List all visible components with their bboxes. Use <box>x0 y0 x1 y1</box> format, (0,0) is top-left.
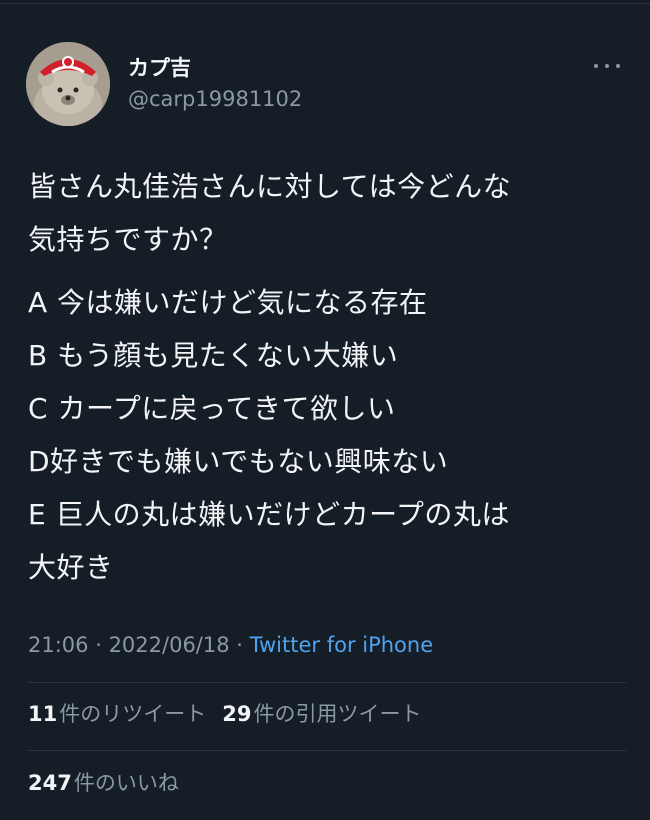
user-handle[interactable]: @carp19981102 <box>128 84 302 114</box>
quotes-label: 件の引用ツイート <box>253 702 422 726</box>
tweet-date[interactable]: 2022/06/18 <box>109 633 230 657</box>
more-dot-icon <box>616 64 620 68</box>
tweet-text: 皆さん丸佳浩さんに対しては今どんな 気持ちですか？ A 今は嫌いだけど気になる存… <box>28 160 626 594</box>
tweet-meta: 21:06 · 2022/06/18 · Twitter for iPhone <box>28 628 433 662</box>
more-dot-icon <box>594 64 598 68</box>
user-block: カプ吉 @carp19981102 <box>128 54 302 114</box>
tweet-line: C カープに戻ってきて欲しい <box>28 392 396 425</box>
display-name[interactable]: カプ吉 <box>128 54 302 82</box>
retweets-count: 11 <box>28 702 58 726</box>
tweet-time[interactable]: 21:06 <box>28 633 89 657</box>
divider <box>28 750 626 751</box>
likes-stat[interactable]: 247件のいいね <box>28 766 179 800</box>
retweets-label: 件のリツイート <box>59 702 207 726</box>
meta-separator: · <box>229 633 250 657</box>
tweet-line: 皆さん丸佳浩さんに対しては今どんな <box>28 170 512 203</box>
tweet-line: 気持ちですか？ <box>28 223 228 256</box>
avatar[interactable] <box>26 42 110 126</box>
quotes-count: 29 <box>222 702 252 726</box>
tweet-line: E 巨人の丸は嫌いだけどカープの丸は <box>28 498 510 531</box>
meta-separator: · <box>88 633 109 657</box>
tweet-line: B もう顔も見たくない大嫌い <box>28 339 399 372</box>
teddy-bear-avatar-icon <box>26 42 110 126</box>
tweet-line: A 今は嫌いだけど気になる存在 <box>28 286 428 319</box>
tweet-line: D好きでも嫌いでもない興味ない <box>28 445 449 478</box>
likes-count: 247 <box>28 771 72 795</box>
retweets-stat[interactable]: 11件のリツイート <box>28 697 206 731</box>
share-stats: 11件のリツイート 29件の引用ツイート <box>28 697 421 731</box>
quote-tweets-stat[interactable]: 29件の引用ツイート <box>222 697 421 731</box>
likes-label: 件のいいね <box>73 771 179 795</box>
likes-stats: 247件のいいね <box>28 766 179 800</box>
divider <box>28 682 626 683</box>
top-divider <box>0 3 650 4</box>
tweet-line: 大好き <box>28 551 114 584</box>
more-options-button[interactable] <box>594 56 620 76</box>
more-dot-icon <box>605 64 609 68</box>
tweet-source-link[interactable]: Twitter for iPhone <box>250 633 434 657</box>
tweet-header: カプ吉 @carp19981102 <box>26 42 624 132</box>
